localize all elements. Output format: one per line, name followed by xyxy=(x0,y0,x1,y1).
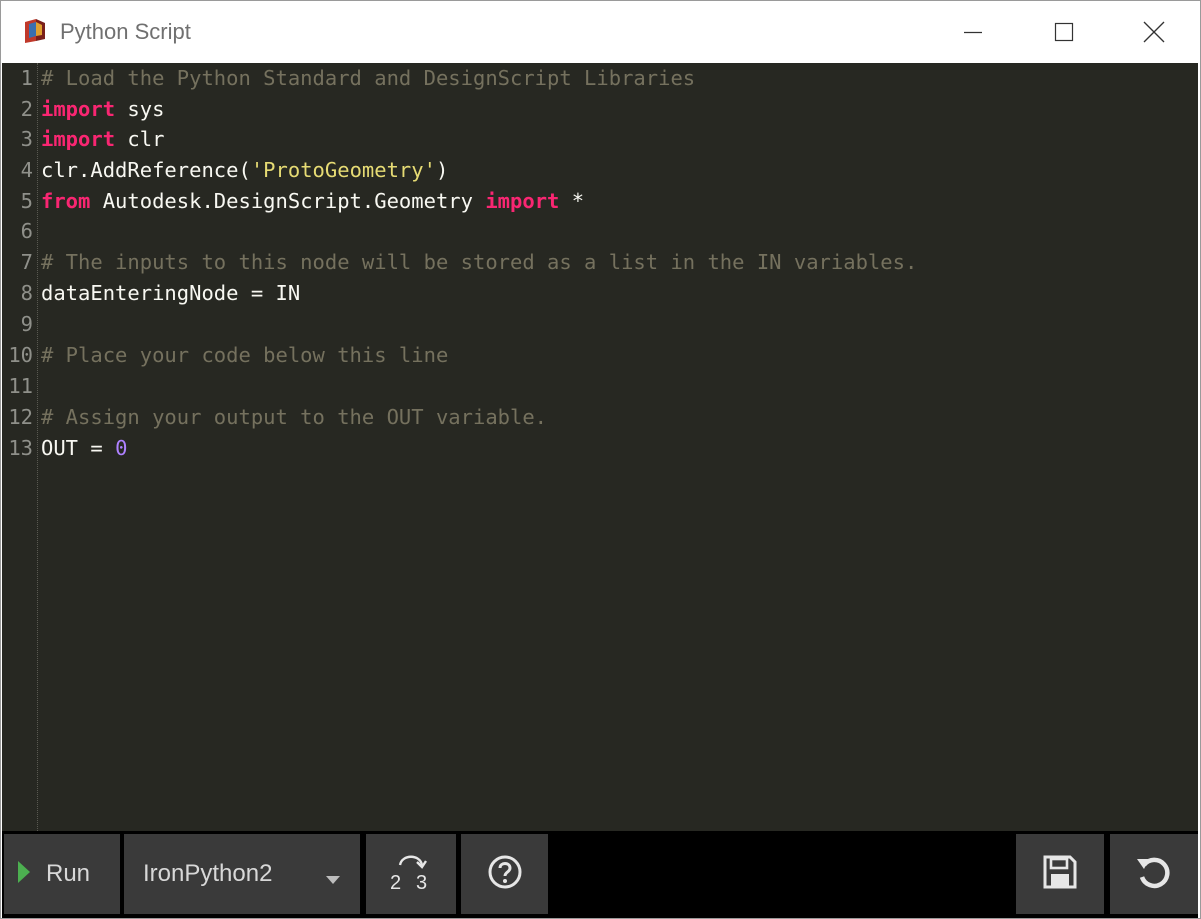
save-button[interactable] xyxy=(1016,834,1104,914)
close-icon xyxy=(1143,21,1165,43)
code-token: 'ProtoGeometry' xyxy=(250,158,436,182)
line-number: 1 xyxy=(20,66,33,90)
minimize-button[interactable] xyxy=(950,9,996,55)
code-line[interactable]: 1 # Load the Python Standard and DesignSc… xyxy=(2,63,695,93)
line-number: 5 xyxy=(20,189,33,213)
line-number: 7 xyxy=(20,250,33,274)
python-script-window: Python Script 1 # Load the Python Standar… xyxy=(0,0,1201,919)
line-number: 6 xyxy=(20,219,33,243)
line-number: 4 xyxy=(20,158,33,182)
code-token: import xyxy=(41,97,116,121)
minimize-icon xyxy=(963,22,983,42)
code-line[interactable]: 6 xyxy=(2,216,41,246)
code-token: from xyxy=(41,189,91,213)
code-token: OUT = xyxy=(41,436,116,460)
code-line[interactable]: 9 xyxy=(2,309,41,339)
code-line[interactable]: 11 xyxy=(2,371,41,401)
code-line[interactable]: 8 dataEnteringNode = IN xyxy=(2,278,301,308)
window-title: Python Script xyxy=(60,19,191,44)
engine-selected-value: IronPython2 xyxy=(143,860,273,887)
code-token: # Assign your output to the OUT variable… xyxy=(41,405,548,429)
code-line[interactable]: 13 OUT = 0 xyxy=(2,433,127,463)
code-token: clr.AddReference( xyxy=(41,158,251,182)
code-token: sys xyxy=(115,97,165,121)
code-line[interactable]: 12 # Assign your output to the OUT variab… xyxy=(2,402,547,432)
code-token: clr xyxy=(115,127,165,151)
help-button[interactable] xyxy=(461,834,548,914)
code-line[interactable]: 10 # Place your code below this line xyxy=(2,340,448,370)
close-button[interactable] xyxy=(1131,9,1177,55)
code-token: ) xyxy=(435,158,449,182)
convert-2to3-button[interactable]: 2 3 xyxy=(366,834,456,914)
code-line[interactable]: 5 from Autodesk.DesignScript.Geometry imp… xyxy=(2,186,584,216)
title-bar[interactable]: Python Script xyxy=(1,1,1200,63)
code-token: Autodesk.DesignScript.Geometry xyxy=(90,189,486,213)
convert-2to3-icon: 2 3 xyxy=(386,849,436,900)
code-token: # The inputs to this node will be stored… xyxy=(41,250,918,274)
convert-digit-left: 2 xyxy=(390,872,401,894)
code-editor[interactable]: 1 # Load the Python Standard and DesignSc… xyxy=(2,63,1198,831)
code-token: dataEnteringNode = IN xyxy=(41,281,301,305)
revert-icon xyxy=(1135,853,1173,896)
run-label: Run xyxy=(46,860,91,887)
code-token: import xyxy=(485,189,560,213)
line-number: 13 xyxy=(8,436,33,460)
run-button[interactable]: Run xyxy=(4,834,120,914)
python-engine-dropdown[interactable]: IronPython2 xyxy=(124,834,360,914)
maximize-icon xyxy=(1054,22,1074,42)
code-line[interactable]: 7 # The inputs to this node will be store… xyxy=(2,247,918,277)
editor-toolbar: Run IronPython2 2 3 xyxy=(2,831,1198,918)
line-number: 3 xyxy=(20,127,33,151)
convert-digit-right: 3 xyxy=(416,872,427,894)
code-token: # Place your code below this line xyxy=(41,343,449,367)
code-token: # Load the Python Standard and DesignScr… xyxy=(41,66,696,90)
line-number: 10 xyxy=(8,343,33,367)
chevron-down-icon xyxy=(326,871,340,889)
code-line[interactable]: 4 clr.AddReference('ProtoGeometry') xyxy=(2,155,449,185)
revert-button[interactable] xyxy=(1110,834,1198,914)
line-number: 12 xyxy=(8,405,33,429)
code-token: * xyxy=(559,189,585,213)
dynamo-app-icon xyxy=(23,18,47,44)
help-icon xyxy=(487,854,523,895)
line-number: 9 xyxy=(20,312,33,336)
code-line[interactable]: 3 import clr xyxy=(2,124,165,154)
line-number: 2 xyxy=(20,97,33,121)
play-icon xyxy=(18,860,30,888)
save-icon xyxy=(1042,854,1078,895)
maximize-button[interactable] xyxy=(1041,9,1087,55)
code-line[interactable]: 2 import sys xyxy=(2,94,165,124)
code-token: import xyxy=(41,127,116,151)
line-number: 8 xyxy=(20,281,33,305)
code-token: 0 xyxy=(115,436,128,460)
line-number: 11 xyxy=(8,374,33,398)
